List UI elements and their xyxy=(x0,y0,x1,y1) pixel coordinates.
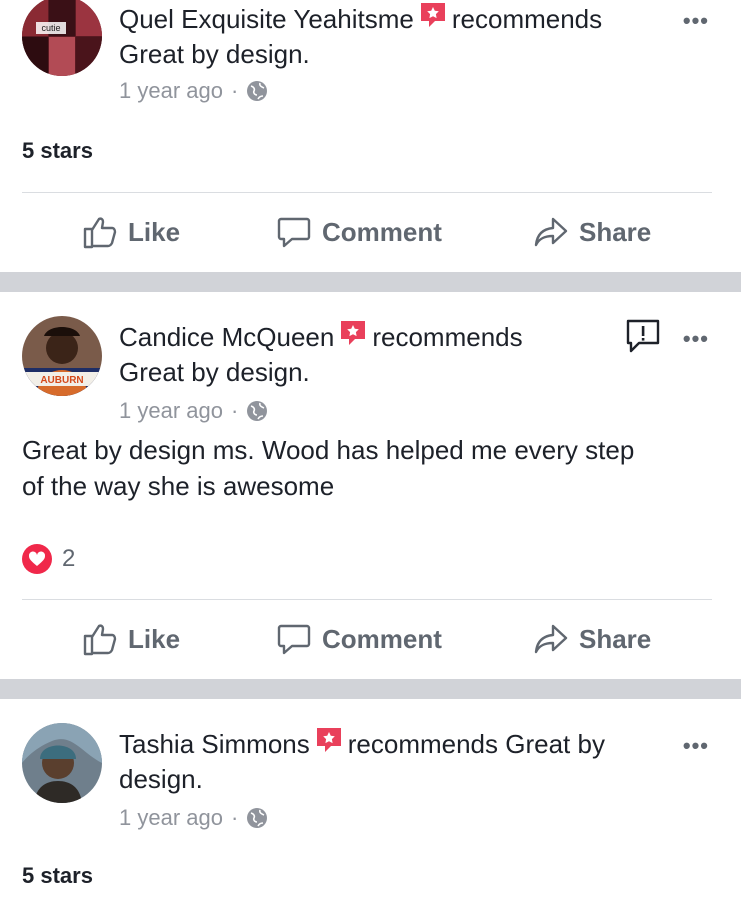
divider xyxy=(22,599,712,600)
recommend-icon xyxy=(341,321,366,345)
recommend-icon xyxy=(420,3,445,27)
author-name[interactable]: Tashia Simmons xyxy=(119,729,310,759)
recommends-verb: recommends xyxy=(347,729,499,759)
more-options-icon[interactable]: ••• xyxy=(683,733,709,759)
post-card-3: Tashia Simmons recommends Great by design… xyxy=(0,699,741,910)
globe-icon xyxy=(247,808,268,828)
reaction-count: 2 xyxy=(62,545,76,572)
share-icon xyxy=(534,624,568,654)
page-link[interactable]: Great by design. xyxy=(119,39,310,69)
share-button[interactable]: Share xyxy=(533,621,651,657)
avatar[interactable]: AUBURN xyxy=(22,316,102,396)
meta-separator: · xyxy=(230,805,239,830)
share-label: Share xyxy=(579,216,652,247)
like-label: Like xyxy=(128,216,181,247)
like-button[interactable]: Like xyxy=(82,214,180,250)
post-header: Candice McQueen recommends Great by desig… xyxy=(119,318,599,390)
globe-icon xyxy=(247,401,268,421)
reaction-summary[interactable]: 2 xyxy=(22,544,75,574)
share-icon xyxy=(534,217,568,247)
action-bar: Like Comment Share xyxy=(0,621,741,661)
timestamp[interactable]: 1 year ago xyxy=(119,78,223,104)
feed-separator xyxy=(0,272,741,292)
share-button[interactable]: Share xyxy=(533,214,651,250)
like-label: Like xyxy=(128,623,181,654)
love-reaction-icon xyxy=(22,544,52,574)
recommends-verb: recommends xyxy=(372,322,523,352)
post-meta: 1 year ago · xyxy=(119,398,268,424)
more-options-icon[interactable]: ••• xyxy=(683,8,709,34)
rating-text: 5 stars xyxy=(22,863,93,888)
comment-label: Comment xyxy=(322,623,442,654)
feed-separator xyxy=(0,679,741,699)
post-meta: 1 year ago · xyxy=(119,78,268,104)
post-card-2: AUBURN Candice McQueen recommends Great b… xyxy=(0,292,741,679)
rating-text: 5 stars xyxy=(22,138,93,163)
comment-label: Comment xyxy=(322,216,442,247)
thumbs-up-icon xyxy=(83,217,117,249)
author-name[interactable]: Candice McQueen xyxy=(119,322,334,352)
post-body: Great by design ms. Wood has helped me e… xyxy=(22,435,635,501)
post-header: Tashia Simmons recommends Great by design… xyxy=(119,725,664,797)
post-meta: 1 year ago · xyxy=(119,805,268,831)
avatar[interactable]: cutie xyxy=(22,0,102,76)
globe-icon xyxy=(247,81,268,101)
post-header: Quel Exquisite Yeahitsme recommends Great… xyxy=(119,0,659,72)
more-options-icon[interactable]: ••• xyxy=(683,326,709,352)
avatar-caption: AUBURN xyxy=(40,375,83,386)
meta-separator: · xyxy=(230,78,239,103)
page-link[interactable]: Great by design. xyxy=(119,357,310,387)
report-icon[interactable] xyxy=(625,318,661,354)
recommends-verb: recommends xyxy=(451,4,603,34)
meta-separator: · xyxy=(230,398,239,423)
comment-button[interactable]: Comment xyxy=(276,214,442,250)
post-card-1: cutie Quel Exquisite Yeahitsme recommends… xyxy=(0,0,741,272)
action-bar: Like Comment Share xyxy=(0,214,741,254)
share-label: Share xyxy=(579,623,652,654)
comment-icon xyxy=(277,624,311,655)
timestamp[interactable]: 1 year ago xyxy=(119,805,223,831)
timestamp[interactable]: 1 year ago xyxy=(119,398,223,424)
avatar-caption: cutie xyxy=(41,23,60,33)
avatar[interactable] xyxy=(22,723,102,803)
like-button[interactable]: Like xyxy=(82,621,180,657)
recommend-icon xyxy=(316,728,341,752)
divider xyxy=(22,192,712,193)
comment-button[interactable]: Comment xyxy=(276,621,442,657)
thumbs-up-icon xyxy=(83,624,117,656)
comment-icon xyxy=(277,217,311,248)
author-name[interactable]: Quel Exquisite Yeahitsme xyxy=(119,4,414,34)
